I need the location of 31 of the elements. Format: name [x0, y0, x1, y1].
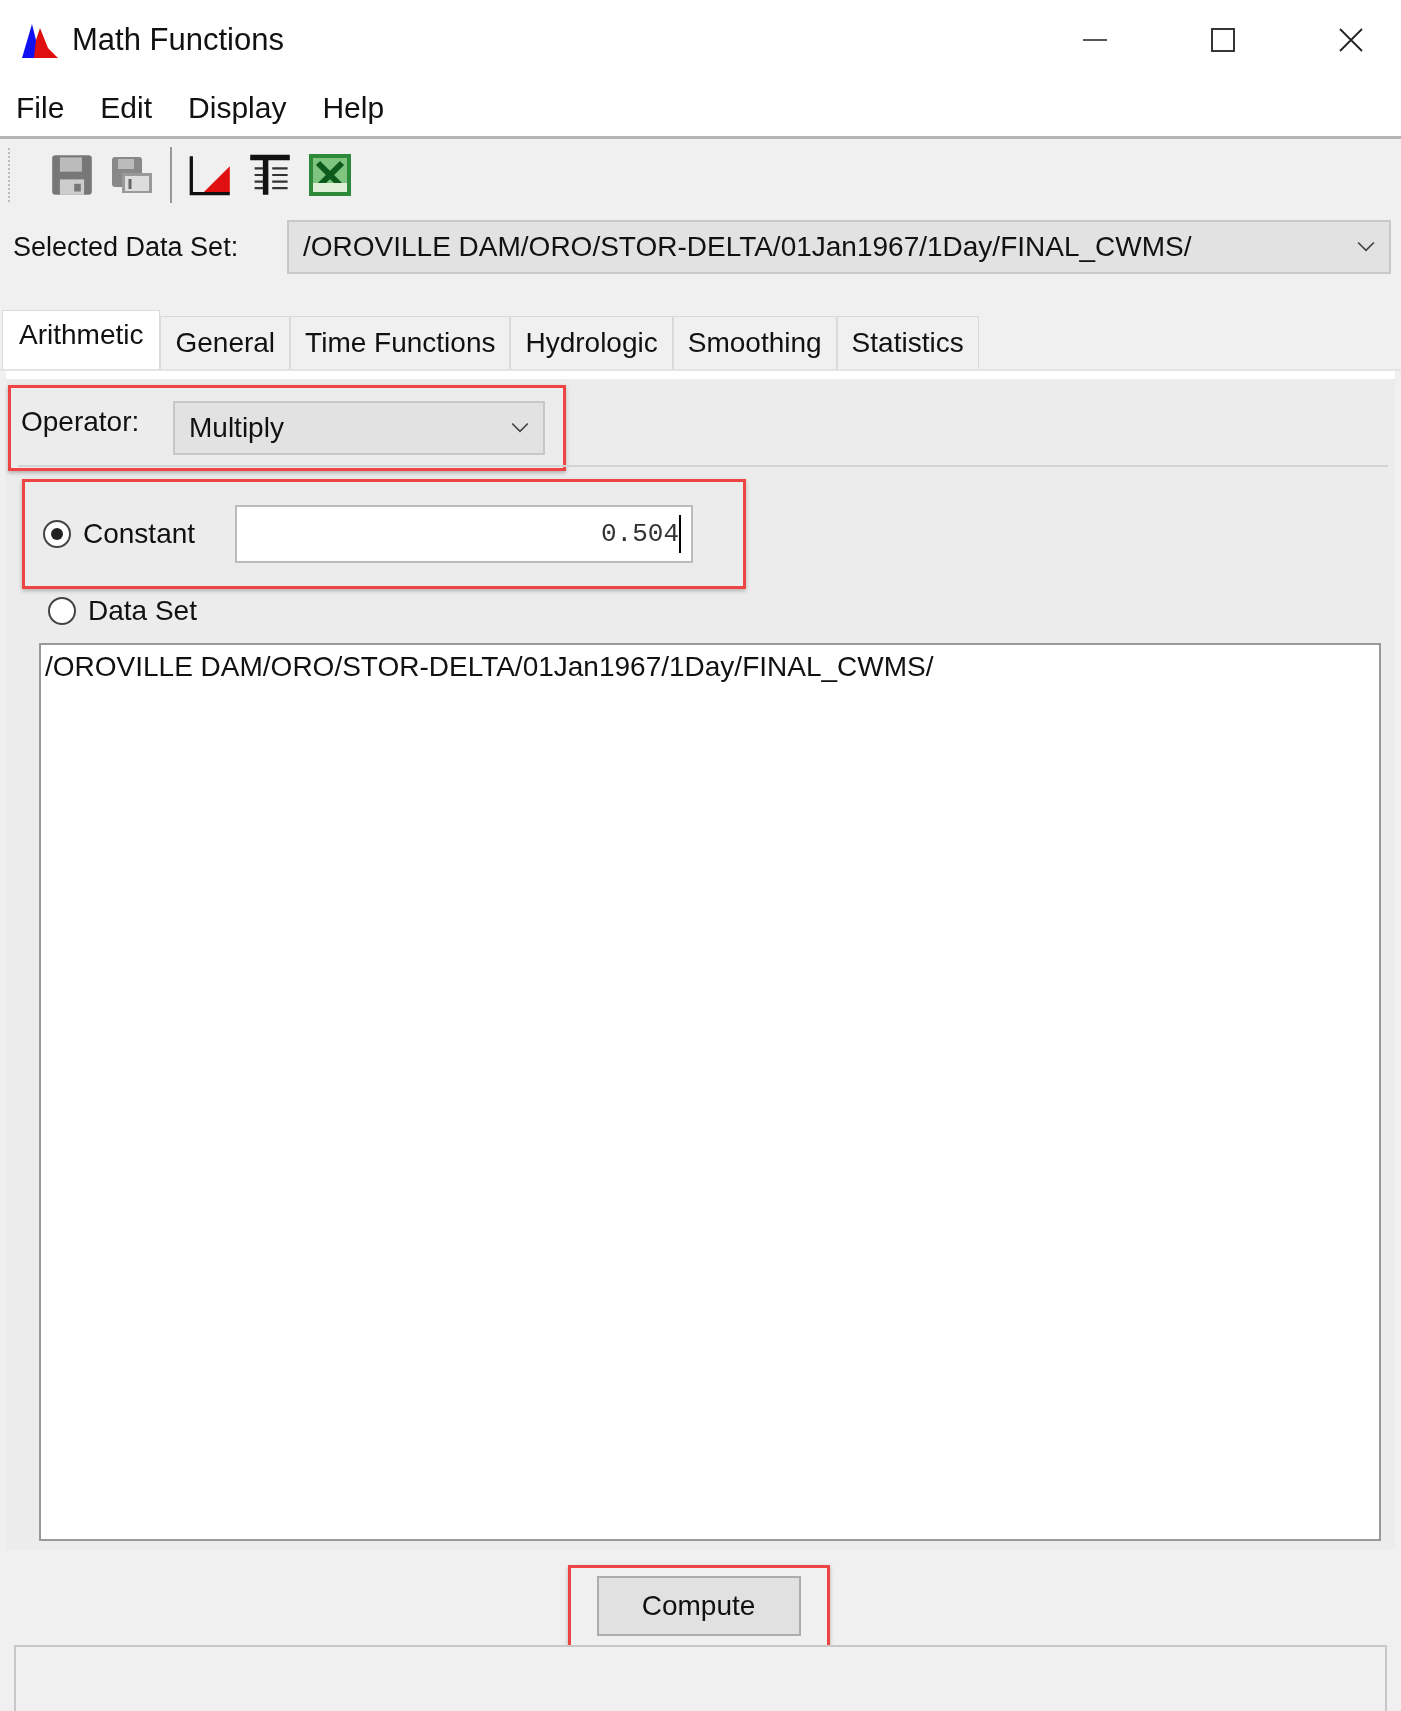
tab[interactable]: General	[160, 316, 291, 369]
chart-icon[interactable]	[188, 153, 232, 197]
constant-input[interactable]: 0.504	[235, 505, 693, 563]
radio-label[interactable]: Data Set	[88, 595, 197, 627]
list-item[interactable]: /OROVILLE DAM/ORO/STOR-DELTA/01Jan1967/1Day/FINAL_CWMS/	[45, 651, 1375, 683]
close-icon[interactable]	[1339, 28, 1363, 52]
tab[interactable]: Arithmetic	[2, 310, 161, 369]
radio-label[interactable]: Constant	[83, 518, 235, 550]
radio-button[interactable]	[48, 597, 76, 625]
tab[interactable]: Smoothing	[672, 316, 837, 369]
save-icon[interactable]	[50, 153, 94, 197]
window-title: Math Functions	[72, 22, 284, 58]
spreadsheet-icon[interactable]	[308, 153, 352, 197]
tab[interactable]: Time Functions	[290, 316, 511, 369]
radio-button[interactable]	[43, 520, 71, 548]
menu-item[interactable]: Display	[188, 91, 287, 125]
compute-button[interactable]: Compute	[596, 1576, 801, 1636]
data-set-dropdown[interactable]: /OROVILLE DAM/ORO/STOR-DELTA/01Jan1967/1Day/FINAL_CWMS/	[287, 220, 1391, 274]
menu-item[interactable]: Edit	[100, 91, 153, 125]
tab[interactable]: Hydrologic	[510, 316, 673, 369]
menu-item[interactable]: Help	[322, 91, 385, 125]
tab[interactable]: Statistics	[836, 316, 979, 369]
menu-item[interactable]: File	[16, 91, 65, 125]
maximize-icon[interactable]	[1211, 28, 1235, 52]
field-label: Selected Data Set:	[13, 231, 240, 263]
field-label: Operator:	[21, 406, 141, 438]
data-set-list[interactable]: /OROVILLE DAM/ORO/STOR-DELTA/01Jan1967/1Day/FINAL_CWMS/	[39, 643, 1381, 1541]
chevron-down-icon	[1357, 241, 1375, 253]
table-icon[interactable]	[248, 153, 292, 197]
operator-dropdown[interactable]: Multiply	[173, 401, 545, 455]
chevron-down-icon	[511, 422, 529, 434]
